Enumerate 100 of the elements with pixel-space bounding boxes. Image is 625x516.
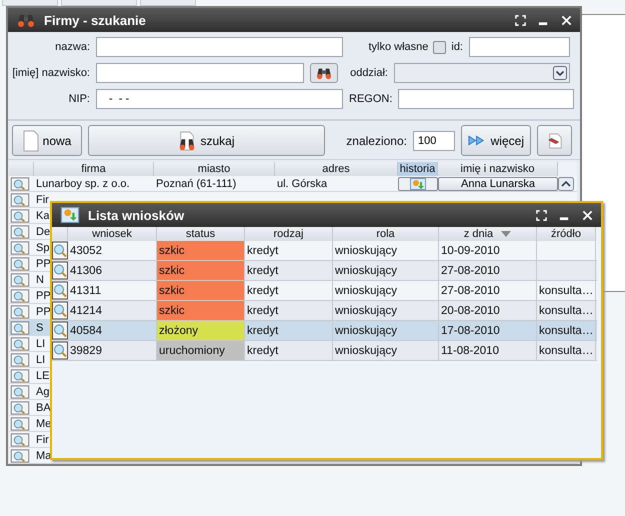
table-cell-text: BA: [35, 402, 51, 414]
column-header[interactable]: źródło: [537, 227, 596, 241]
name-field[interactable]: [96, 37, 343, 57]
nip-field[interactable]: - - -: [96, 89, 343, 109]
field-label: tylko własne: [368, 41, 428, 53]
document-search-icon[interactable]: [9, 384, 31, 398]
table-row[interactable]: 41306 szkic kredyt wnioskujący 27-08-2010: [52, 261, 597, 281]
table-cell: konsulta…: [537, 321, 596, 340]
table-cell: 20-08-2010: [439, 301, 537, 320]
found-label: znaleziono:: [346, 134, 407, 148]
document-search-icon[interactable]: [9, 272, 31, 286]
document-search-icon[interactable]: [9, 336, 31, 350]
column-header[interactable]: rola: [333, 227, 439, 241]
document-search-icon[interactable]: [9, 288, 31, 302]
surname-field[interactable]: [96, 63, 304, 83]
binoculars-icon: [178, 130, 196, 150]
document-search-icon[interactable]: [9, 416, 31, 430]
document-search-icon[interactable]: [9, 256, 31, 270]
document-search-icon[interactable]: [9, 432, 31, 446]
table-row[interactable]: 39829 uruchomiony kredyt wnioskujący 11-08-2010 konsulta…: [52, 341, 597, 361]
table-cell: 27-08-2010: [439, 261, 537, 280]
maximize-icon[interactable]: [515, 14, 526, 26]
document-search-icon[interactable]: [9, 320, 31, 334]
document-search-icon[interactable]: [9, 224, 31, 238]
field-label: NIP:: [68, 93, 90, 105]
history-icon: [410, 178, 426, 190]
document-search-icon[interactable]: [9, 208, 31, 222]
document-search-icon[interactable]: [9, 176, 31, 190]
table-cell-text: N: [35, 274, 44, 286]
table-row[interactable]: 40584 złożony kredyt wnioskujący 17-08-2010 konsulta…: [52, 321, 597, 341]
document-icon: [22, 130, 39, 152]
document-search-icon[interactable]: [9, 304, 31, 318]
document-search-icon[interactable]: [52, 241, 68, 260]
close-icon[interactable]: [582, 210, 593, 220]
table-cell: 10-09-2010: [439, 241, 537, 260]
column-header[interactable]: historia: [398, 162, 438, 176]
column-header[interactable]: wniosek: [68, 227, 157, 241]
more-button[interactable]: więcej: [461, 125, 531, 156]
table-cell: kredyt: [245, 261, 333, 280]
table-cell-text: De: [35, 226, 50, 238]
scroll-up-icon[interactable]: [558, 176, 574, 190]
maximize-icon[interactable]: [536, 210, 547, 220]
table-cell-text: Sp: [35, 242, 50, 254]
document-search-icon[interactable]: [9, 368, 31, 382]
document-search-icon[interactable]: [52, 281, 68, 300]
document-search-icon[interactable]: [52, 321, 68, 340]
field-label: nazwa:: [54, 41, 90, 53]
branch-dropdown[interactable]: [394, 63, 570, 83]
table-row[interactable]: 43052 szkic kredyt wnioskujący 10-09-2010: [52, 241, 597, 261]
status-cell: szkic: [157, 261, 245, 280]
table-cell-text: PP: [35, 306, 51, 318]
column-header[interactable]: z dnia: [439, 227, 537, 241]
field-label: oddział:: [349, 67, 388, 79]
table-cell-text: Ka: [35, 210, 50, 222]
column-header[interactable]: firma: [34, 162, 154, 176]
table-row[interactable]: 41214 szkic kredyt wnioskujący 20-08-2010 konsulta…: [52, 301, 597, 321]
status-cell: szkic: [157, 241, 245, 260]
close-icon[interactable]: [561, 14, 572, 26]
table-cell-text: PP: [35, 290, 51, 302]
status-cell: szkic: [157, 301, 245, 320]
column-header[interactable]: imię i nazwisko: [438, 162, 558, 176]
document-search-icon[interactable]: [9, 192, 31, 206]
binoculars-icon: [16, 12, 36, 28]
table-row[interactable]: 41311 szkic kredyt wnioskujący 27-08-2010 konsulta…: [52, 281, 597, 301]
status-cell: uruchomiony: [157, 341, 245, 360]
column-header[interactable]: status: [157, 227, 245, 241]
person-button[interactable]: Anna Lunarska: [438, 176, 558, 190]
column-header[interactable]: adres: [275, 162, 398, 176]
table-cell: 27-08-2010: [439, 281, 537, 300]
table-cell: kredyt: [245, 301, 333, 320]
document-search-icon[interactable]: [52, 261, 68, 280]
table-cell-text: LI: [35, 338, 46, 350]
table-cell: wnioskujący: [333, 241, 439, 260]
window-title: Firmy - szukanie: [44, 12, 146, 28]
column-header[interactable]: miasto: [154, 162, 275, 176]
table-cell: wnioskujący: [333, 301, 439, 320]
document-search-icon[interactable]: [9, 400, 31, 414]
field-label: [imię] nazwisko:: [11, 67, 90, 79]
eraser-icon: [546, 132, 562, 148]
checkbox[interactable]: [433, 40, 446, 54]
field-label: id:: [451, 41, 463, 53]
id-field[interactable]: [469, 37, 570, 57]
document-search-icon[interactable]: [9, 448, 31, 462]
history-button[interactable]: [398, 176, 438, 190]
found-count-field[interactable]: 100: [413, 130, 455, 150]
column-header[interactable]: rodzaj: [245, 227, 333, 241]
search-button[interactable]: szukaj: [88, 125, 325, 156]
eraser-button[interactable]: [537, 125, 572, 156]
table-cell: konsulta…: [537, 281, 596, 300]
document-search-icon[interactable]: [52, 341, 68, 360]
document-search-icon[interactable]: [52, 301, 68, 320]
table-cell-text: Poznań (61-111): [155, 178, 236, 190]
table-row[interactable]: Lunarboy sp. z o.o. Poznań (61-111) ul. Górska Anna Lunarska: [9, 176, 577, 192]
field-label: REGON:: [349, 93, 392, 105]
regon-field[interactable]: [398, 89, 574, 109]
table-cell-text: LI: [35, 354, 46, 366]
document-search-icon[interactable]: [9, 240, 31, 254]
document-search-icon[interactable]: [9, 352, 31, 366]
search-person-button[interactable]: [310, 63, 338, 83]
new-button[interactable]: nowa: [12, 125, 82, 156]
